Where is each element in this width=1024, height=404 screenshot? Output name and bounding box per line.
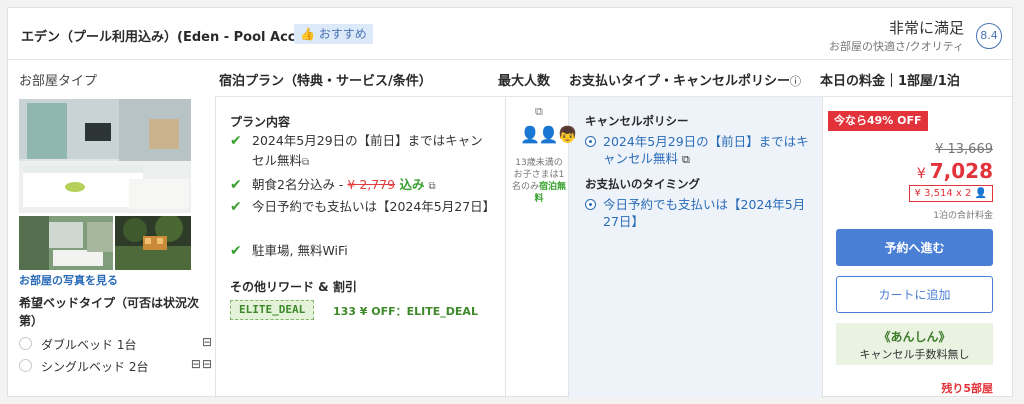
person-icon: 👤 [974, 188, 987, 199]
cancel-policy-title: キャンセルポリシー [585, 114, 689, 128]
bed-twin-icon: ⊟⊟ [190, 357, 213, 371]
sale-price: ¥7,028 [916, 159, 993, 183]
room-header: エデン（プール利用込み）(Eden - Pool Access) 👍 おすすめ … [8, 8, 1012, 60]
sale-badge: 今なら49% OFF [828, 111, 928, 131]
radio-indicator [585, 136, 596, 147]
radio-indicator [585, 199, 596, 210]
plan-feature: ✔ 今日予約でも支払いは【2024年5月27日】 [230, 199, 496, 215]
plan-feature: ✔ 朝食2名分込み - ¥ 2,779 込み ⧉ [230, 177, 436, 193]
reserve-button[interactable]: 予約へ進む [836, 229, 993, 266]
thumbs-up-icon: 👍 [300, 27, 315, 41]
check-icon: ✔ [230, 243, 242, 259]
cancel-policy-item[interactable]: 2024年5月29日の【前日】まではキャンセル無料 ⧉ [585, 133, 813, 168]
check-icon: ✔ [230, 177, 242, 193]
room-name: エデン（プール利用込み）(Eden - Pool Access) [21, 30, 326, 45]
rooms-left: 残り5部屋 [941, 382, 993, 395]
room-photo-thumb-2[interactable] [115, 216, 191, 270]
info-icon[interactable]: ⓘ [790, 75, 801, 88]
copy-icon: ⧉ [535, 105, 543, 118]
check-icon: ✔ [230, 133, 242, 149]
room-photos-link[interactable]: お部屋の写真を見る [19, 272, 118, 288]
bed-double-icon: ⊟ [201, 335, 213, 349]
coupon-code: ELITE_DEAL [230, 300, 315, 320]
col-room-type: お部屋タイプ [19, 74, 98, 89]
satisfaction-sub: お部屋の快適さ/クオリティ [828, 40, 964, 53]
col-payment: お支払いタイプ・キャンセルポリシーⓘ [569, 74, 802, 89]
payment-timing-item[interactable]: 今日予約でも支払いは【2024年5月27日】 [585, 196, 813, 230]
plan-title: プラン内容 [230, 115, 291, 129]
plan-row: プラン内容 ✔ 2024年5月29日の【前日】まではキャンセル無料⧉ ✔ 朝食2… [215, 96, 1014, 398]
external-link-icon[interactable]: ⧉ [428, 181, 435, 192]
col-price: 本日の料金｜1部屋/1泊 [820, 74, 960, 89]
room-offer-card: エデン（プール利用込み）(Eden - Pool Access) 👍 おすすめ … [7, 7, 1014, 398]
satisfaction-label: 非常に満足 [888, 19, 964, 37]
radio-button[interactable] [19, 359, 32, 372]
radio-button[interactable] [19, 337, 32, 350]
plan-feature: ✔ 2024年5月29日の【前日】まではキャンセル無料⧉ [230, 133, 483, 168]
per-person-price: ¥ 3,514 x 2 👤 [908, 185, 993, 202]
payment-timing-title: お支払いのタイミング [585, 177, 700, 191]
bed-option-double[interactable]: ダブルベッド 1台 ⊟ [19, 335, 213, 353]
divider [505, 97, 506, 398]
external-link-icon[interactable]: ⧉ [682, 153, 690, 166]
recommend-badge: 👍 おすすめ [294, 24, 373, 44]
bed-option-twin[interactable]: シングルベッド 2台 ⊟⊟ [19, 357, 213, 375]
total-price-note: 1泊の合計料金 [933, 211, 993, 221]
divider [215, 97, 216, 398]
add-to-cart-button[interactable]: カートに追加 [836, 276, 993, 313]
child-policy-note: 13歳未満のお子さまは1名のみ宿泊無料 [511, 158, 567, 204]
guests-icon: 👤👤👦 [520, 125, 578, 144]
score-badge: 8.4 [976, 23, 1002, 49]
check-icon: ✔ [230, 199, 242, 215]
rewards-title: その他リワード & 割引 [230, 280, 357, 294]
room-photo-thumb-1[interactable] [19, 216, 113, 270]
bed-type-title: 希望ベッドタイプ（可否は状況次第） [19, 296, 200, 328]
plan-feature: ✔ 駐車場, 無料WiFi [230, 243, 348, 259]
original-price: ¥ 13,669 [935, 142, 993, 157]
external-link-icon[interactable]: ⧉ [302, 157, 309, 168]
room-photo-main[interactable] [19, 99, 191, 213]
divider [822, 97, 823, 398]
col-max-guests: 最大人数 [498, 74, 551, 89]
anshin-badge: 《あんしん》 キャンセル手数料無し [836, 323, 993, 365]
col-plan: 宿泊プラン（特典・サービス/条件） [219, 74, 432, 89]
coupon-description: 133 ¥ OFF：ELITE_DEAL [333, 305, 478, 318]
